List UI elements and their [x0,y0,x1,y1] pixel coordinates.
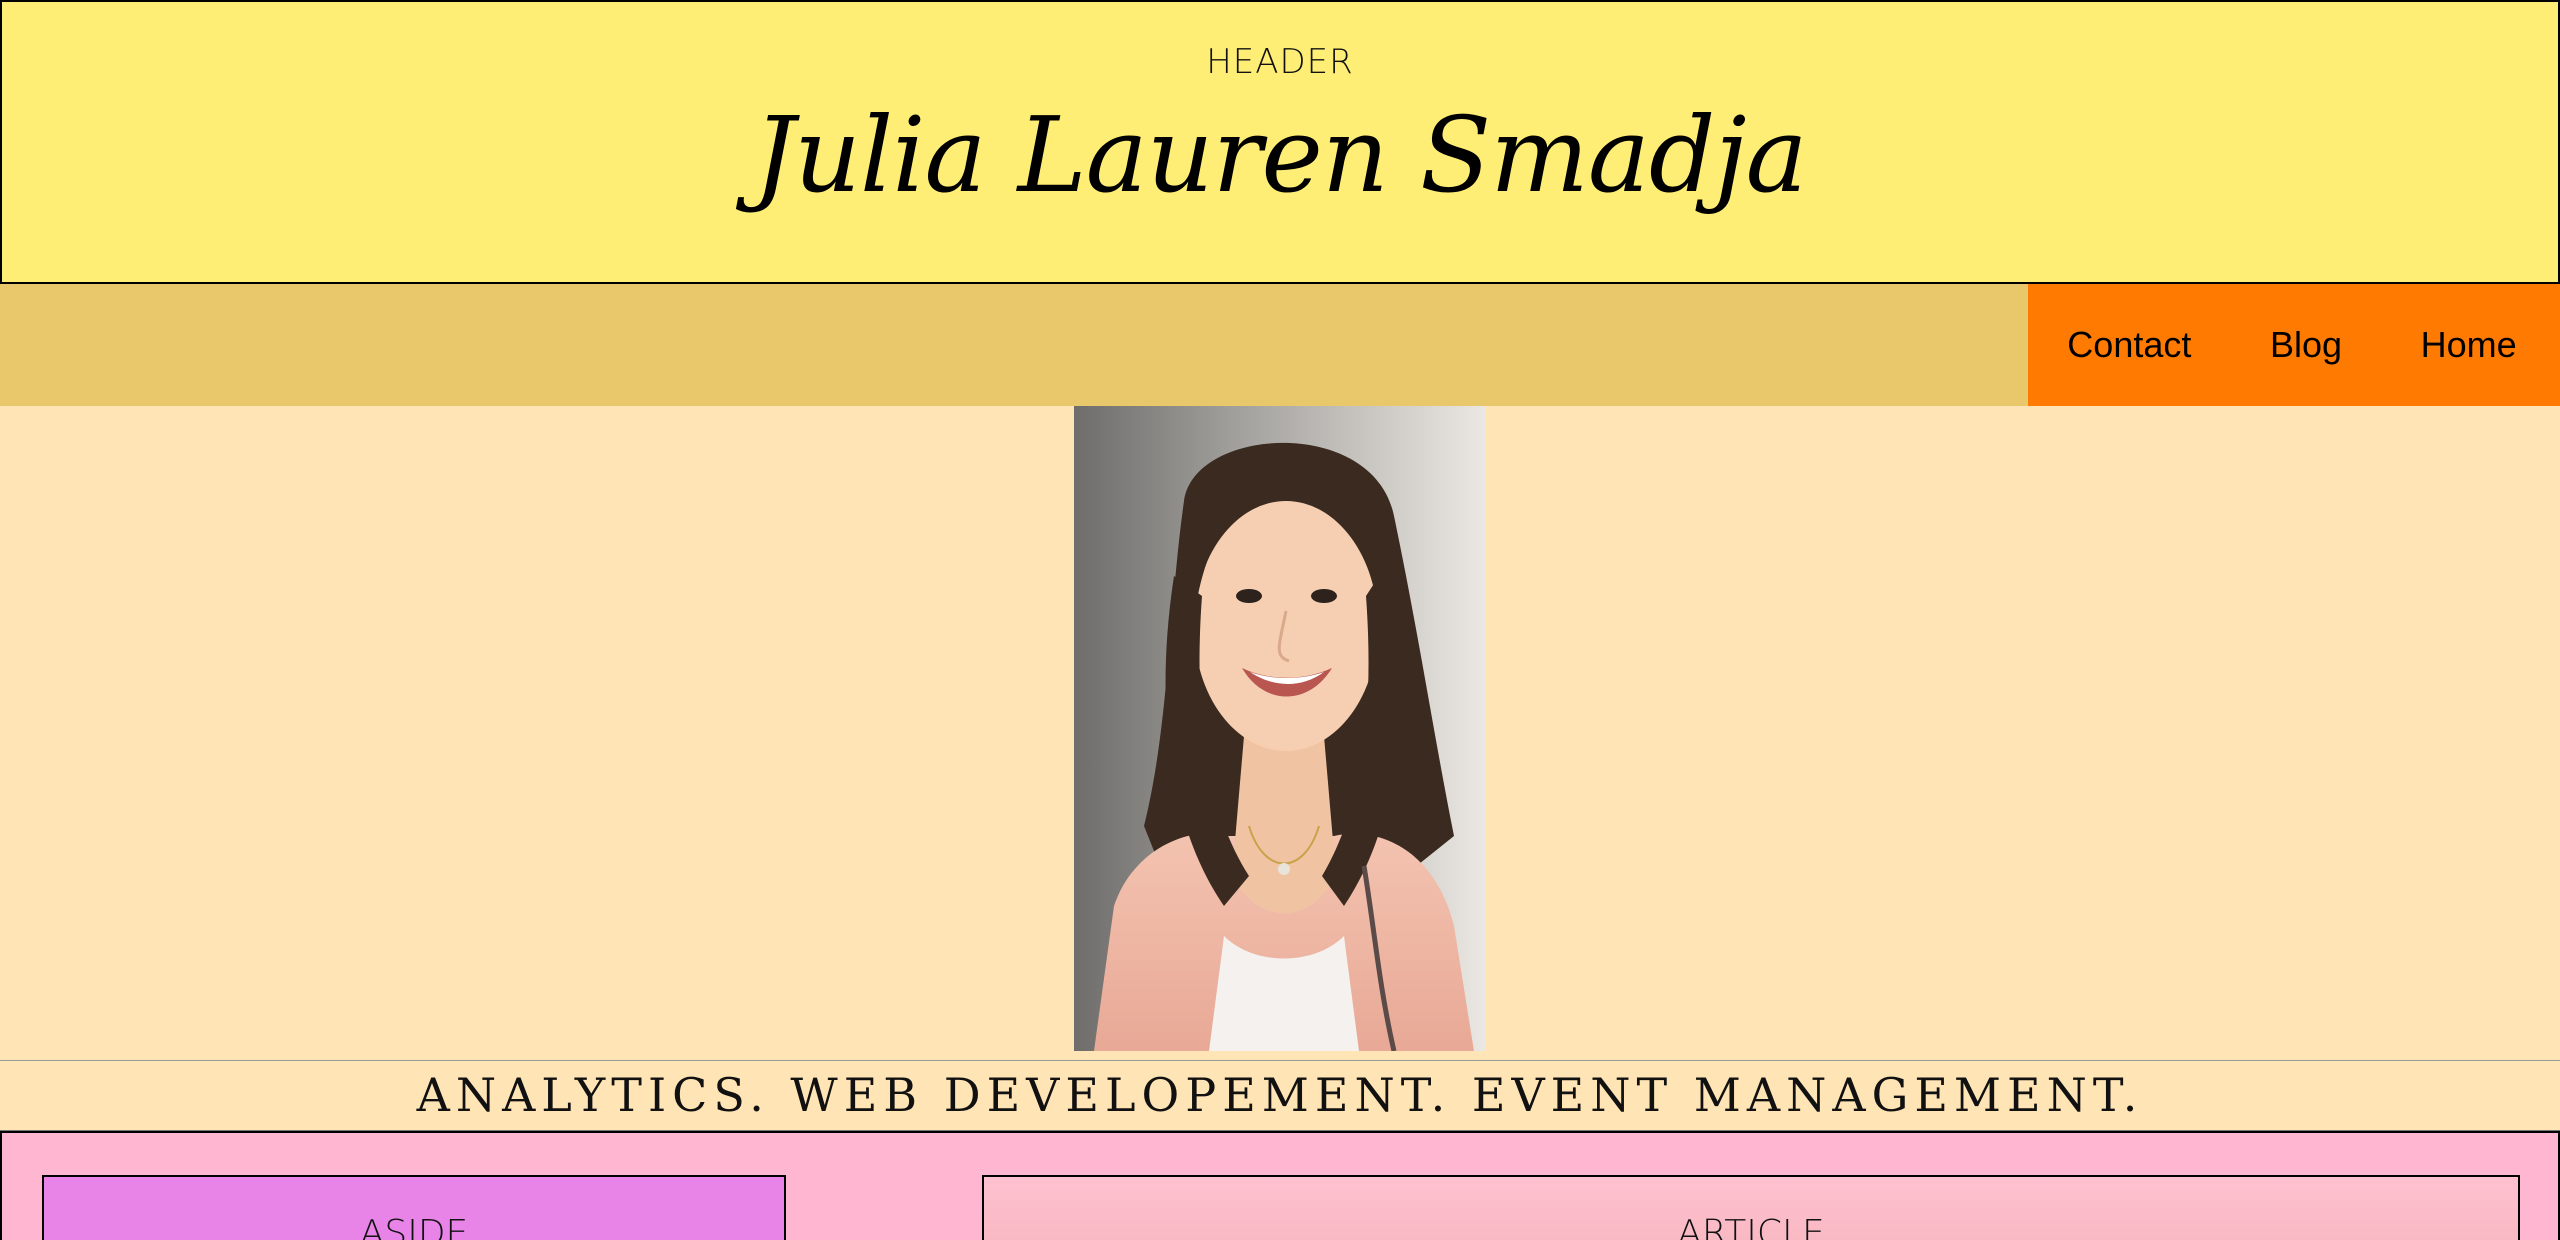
profile-photo-image [1074,406,1486,1051]
nav-link-home[interactable]: Home [2407,324,2531,366]
main-content-area: ASIDE ARTICLE [0,1131,2560,1240]
site-header: HEADER Julia Lauren Smadja [0,0,2560,284]
nav-bar: Contact Blog Home [0,284,2560,406]
profile-photo [1074,406,1486,1051]
aside-panel: ASIDE [42,1175,786,1240]
site-title: Julia Lauren Smadja [753,94,1807,216]
nav-link-blog[interactable]: Blog [2256,324,2356,366]
tagline: ANALYTICS. WEB DEVELOPEMENT. EVENT MANAG… [416,1068,2144,1122]
aside-label: ASIDE [359,1213,469,1240]
nav-link-contact[interactable]: Contact [2053,324,2205,366]
header-label: HEADER [1206,42,1354,82]
nav-menu: Contact Blog Home [2028,284,2560,406]
page: HEADER Julia Lauren Smadja Contact Blog … [0,0,2560,1240]
tagline-bar: ANALYTICS. WEB DEVELOPEMENT. EVENT MANAG… [0,1060,2560,1132]
article-panel: ARTICLE [982,1175,2520,1240]
article-label: ARTICLE [1677,1213,1825,1240]
